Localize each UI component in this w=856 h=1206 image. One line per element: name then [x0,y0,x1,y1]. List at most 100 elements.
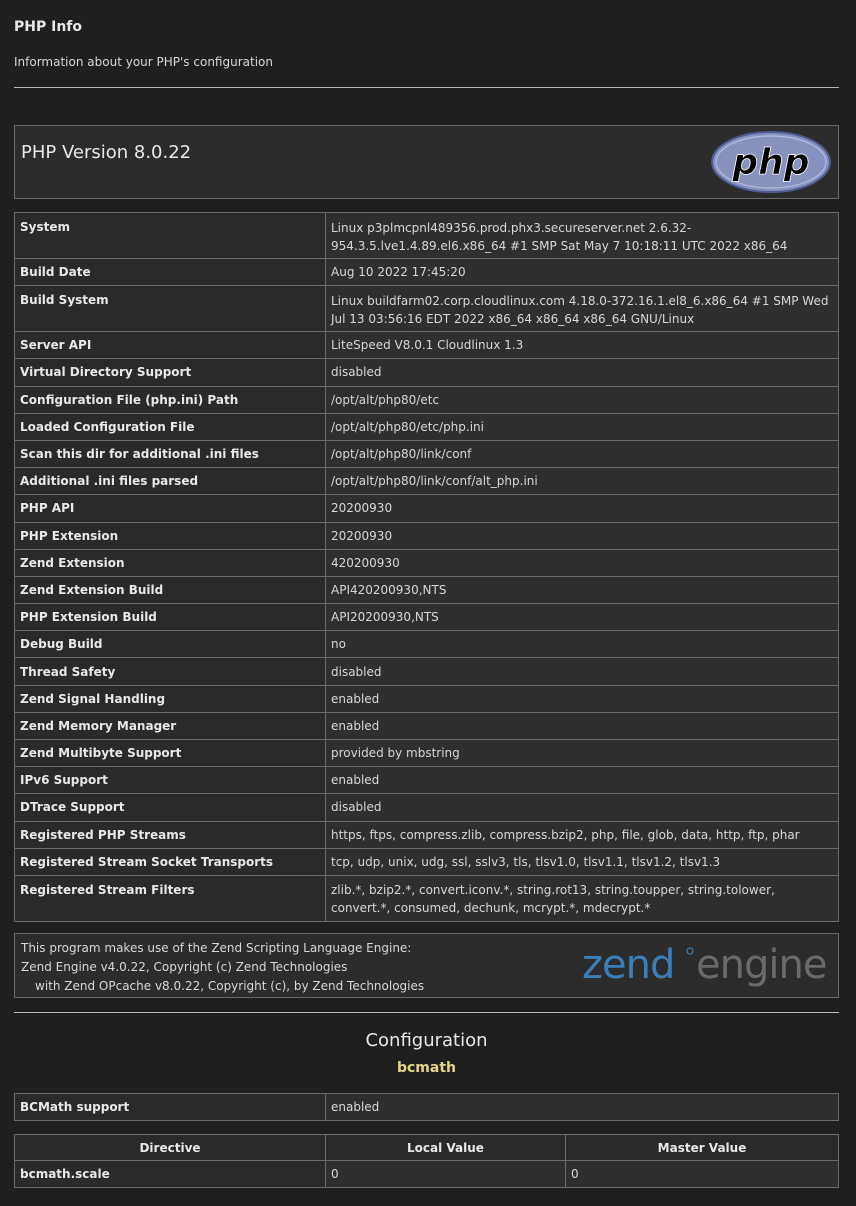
php-logo-text: php [731,142,809,183]
php-version-box: PHP Version 8.0.22 php [14,125,839,199]
table-row: Debug Build no [14,630,839,659]
zend-engine-logo-icon: zend engine [582,938,834,998]
svg-text:zend: zend [582,942,674,988]
zend-logo-word-1: zend [582,942,674,988]
row-name: PHP API [14,494,326,523]
row-value: Linux buildfarm02.corp.cloudlinux.com 4.… [325,285,839,333]
row-name: Scan this dir for additional .ini files [14,439,326,469]
php-version-title: PHP Version 8.0.22 [21,142,192,163]
table-row: IPv6 Support enabled [14,766,839,795]
row-value: tcp, udp, unix, udg, ssl, sslv3, tls, tl… [325,847,839,876]
row-value: /opt/alt/php80/etc [325,385,839,414]
bcmath-directive-table: Directive Local Value Master Value bcmat… [14,1134,839,1188]
local-value-header: Local Value [325,1134,566,1161]
row-name: Debug Build [14,630,326,659]
row-name: Loaded Configuration File [14,412,326,441]
row-name: Zend Multibyte Support [14,738,326,768]
row-name: Registered PHP Streams [14,820,326,849]
row-name: Server API [14,331,326,360]
phpinfo-page: PHP Info Information about your PHP's co… [0,0,856,1206]
php-logo-icon: php [710,130,832,198]
zend-logo-word-2: engine [696,942,826,988]
row-value: enabled [325,684,839,713]
row-name: IPv6 Support [14,766,326,795]
table-row: Server API LiteSpeed V8.0.1 Cloudlinux 1.… [14,331,839,360]
row-value: 420200930 [325,548,839,577]
row-name: Build System [14,285,326,333]
directive-local-value: 0 [325,1160,566,1188]
zend-engine-box: This program makes use of the Zend Scrip… [14,933,839,998]
row-value: 20200930 [325,494,839,523]
master-value-header: Master Value [565,1134,839,1161]
table-row: Zend Signal Handling enabled [14,684,839,713]
zend-credits: This program makes use of the Zend Scrip… [21,939,424,996]
row-name: BCMath support [14,1093,326,1121]
table-row: PHP API 20200930 [14,494,839,523]
row-value: API20200930,NTS [325,603,839,632]
row-value: enabled [325,1093,839,1121]
bcmath-support-table: BCMath support enabled [14,1093,839,1121]
table-row: Thread Safety disabled [14,657,839,686]
table-row: Additional .ini files parsed/opt/alt/php… [14,467,839,496]
table-row: Build System Linux buildfarm02.corp.cloud… [14,285,839,333]
header-divider [14,87,839,88]
table-row: Virtual Directory Support disabled [14,358,839,387]
table-row: Registered PHP Streams https, ftps, compr… [14,820,839,849]
table-row: Zend Extension 420200930 [14,548,839,577]
zend-line-2: Zend Engine v4.0.22, Copyright (c) Zend … [21,960,348,974]
row-name: Build Date [14,257,326,287]
row-value: 20200930 [325,521,839,550]
row-name: Additional .ini files parsed [14,467,326,496]
row-value: enabled [325,766,839,795]
row-value: zlib.*, bzip2.*, convert.iconv.*, string… [325,874,839,922]
row-name: Registered Stream Filters [14,874,326,922]
row-name: PHP Extension [14,521,326,550]
row-name: Thread Safety [14,657,326,686]
row-name: PHP Extension Build [14,603,326,632]
table-row: bcmath.scale 0 0 [14,1160,839,1188]
row-name: Zend Extension [14,548,326,577]
row-value: https, ftps, compress.zlib, compress.bzi… [325,820,839,849]
row-value: provided by mbstring [325,738,839,768]
zend-line-1: This program makes use of the Zend Scrip… [21,941,412,955]
row-value: disabled [325,358,839,387]
zend-line-3: with Zend OPcache v8.0.22, Copyright (c)… [35,979,425,993]
table-row: Zend Multibyte Support provided by mbstri… [14,738,839,768]
row-name: System [14,212,326,259]
page-title: PHP Info [14,19,82,35]
row-name: Registered Stream Socket Transports [14,847,326,876]
table-row: Zend Memory Manager enabled [14,711,839,741]
table-row: Registered Stream Filters zlib.*, bzip2.*… [14,874,839,922]
table-row: BCMath support enabled [14,1093,839,1121]
row-name: Zend Extension Build [14,575,326,605]
row-value: Aug 10 2022 17:45:20 [325,257,839,287]
table-row: Scan this dir for additional .ini files /… [14,439,839,469]
row-value: /opt/alt/php80/link/conf [325,439,839,469]
table-row: DTrace Support disabled [14,793,839,822]
row-name: Configuration File (php.ini) Path [14,385,326,414]
table-row: PHP Extension 20200930 [14,521,839,550]
row-value: enabled [325,711,839,741]
directive-header: Directive [14,1134,326,1161]
page-subtitle: Information about your PHP's configurati… [14,55,273,69]
row-value: /opt/alt/php80/etc/php.ini [325,412,839,441]
table-row: PHP Extension Build API20200930,NTS [14,603,839,632]
row-value: no [325,630,839,659]
row-value: disabled [325,657,839,686]
row-value: LiteSpeed V8.0.1 Cloudlinux 1.3 [325,331,839,360]
directive-name: bcmath.scale [14,1160,326,1188]
directive-master-value: 0 [565,1160,839,1188]
system-info-table: System Linux p3plmcpnl489356.prod.phx3.se… [14,212,839,922]
table-row: Registered Stream Socket Transports tcp, … [14,847,839,876]
directive-header-row: Directive Local Value Master Value [14,1134,839,1161]
row-name: Zend Memory Manager [14,711,326,741]
row-value: disabled [325,793,839,822]
table-row: Zend Extension Build API420200930,NTS [14,575,839,605]
row-name: Zend Signal Handling [14,684,326,713]
table-row: Build Date Aug 10 2022 17:45:20 [14,257,839,287]
row-value: /opt/alt/php80/link/conf/alt_php.ini [325,467,839,496]
config-divider [14,1012,839,1013]
row-name: DTrace Support [14,793,326,822]
configuration-title: Configuration [365,1030,488,1051]
row-name: Virtual Directory Support [14,358,326,387]
